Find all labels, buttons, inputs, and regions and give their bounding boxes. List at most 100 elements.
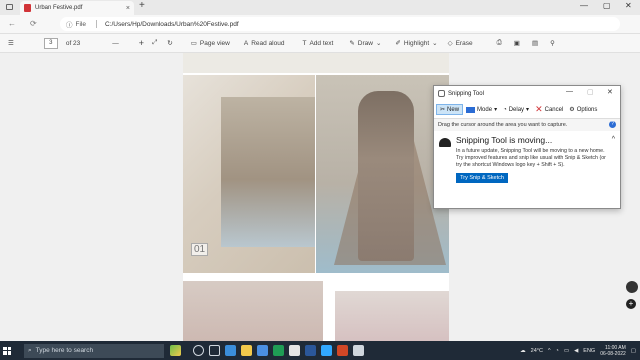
snip-sketch-icon	[439, 138, 451, 147]
clock-time: 11:00 AM	[605, 344, 626, 351]
new-tab-button[interactable]: +	[139, 0, 145, 11]
options-icon: ⚙	[569, 107, 575, 113]
back-icon[interactable]: ←	[8, 19, 16, 28]
weather-widget-icon[interactable]	[170, 345, 181, 356]
chrome-icon[interactable]	[289, 345, 300, 356]
save-as-icon[interactable]: ▤	[532, 39, 538, 47]
network-icon[interactable]: ◔	[556, 348, 559, 354]
tab-close-icon[interactable]: ×	[126, 5, 130, 12]
notice-body: In a future update, Snipping Tool will b…	[456, 148, 606, 168]
erase-label: Erase	[455, 39, 473, 47]
collapse-chevron-icon[interactable]: ^	[612, 136, 615, 143]
snip-minimize-button[interactable]: —	[566, 88, 573, 95]
highlight-chevron-icon[interactable]: ⌄	[432, 39, 437, 47]
highlight-button[interactable]: ✐ Highlight ⌄	[395, 39, 437, 48]
browser-tab[interactable]: Urban Festive.pdf ×	[20, 1, 134, 15]
add-text-icon: T	[302, 39, 307, 47]
mode-button[interactable]: Mode ▾	[463, 105, 500, 114]
read-aloud-icon: A	[243, 39, 249, 47]
highlight-label: Highlight	[403, 39, 430, 47]
snipping-toolbar: ✂ New Mode ▾ ◔ Delay ▾ ✕ Cancel ⚙ Option…	[434, 101, 620, 119]
snip-close-button[interactable]: ✕	[607, 88, 613, 96]
store-icon[interactable]	[257, 345, 268, 356]
clock[interactable]: 11:00 AM 06-08-2022	[600, 345, 626, 357]
cortana-icon[interactable]	[193, 345, 204, 356]
erase-button[interactable]: ◇ Erase	[447, 39, 473, 48]
address-bar-row: ← ⟳ ⓘ File C:/Users/Hp/Downloads/Urban%2…	[0, 15, 640, 33]
page-number-input[interactable]: 3	[43, 37, 58, 49]
save-icon[interactable]: ▣	[514, 39, 520, 47]
powerpoint-icon[interactable]	[337, 345, 348, 356]
mode-label: Mode	[477, 106, 493, 113]
mode-icon	[466, 106, 476, 113]
table-of-contents-icon[interactable]: ☰	[8, 39, 14, 47]
cancel-button[interactable]: ✕ Cancel	[532, 103, 566, 116]
add-text-label: Add text	[309, 39, 334, 47]
print-icon[interactable]: ⎙	[497, 39, 502, 47]
zoom-in-button[interactable]: +	[139, 38, 144, 48]
notifications-icon[interactable]: ▢	[631, 348, 636, 354]
page-header-image	[183, 53, 449, 73]
draw-button[interactable]: ✎ Draw ⌄	[349, 39, 381, 48]
new-snip-button[interactable]: ✂ New	[436, 104, 464, 115]
rotate-icon[interactable]: ↻	[167, 39, 172, 47]
volume-icon[interactable]: ◀	[574, 348, 578, 354]
windows-logo-icon	[3, 346, 11, 355]
clock-icon: ◔	[503, 106, 507, 113]
delay-button[interactable]: ◔ Delay ▾	[500, 105, 532, 114]
address-bar[interactable]: ⓘ File C:/Users/Hp/Downloads/Urban%20Fes…	[60, 17, 620, 31]
add-text-button[interactable]: T Add text	[302, 40, 333, 47]
notice-title: Snipping Tool is moving...	[456, 135, 553, 145]
battery-icon[interactable]: ▭	[564, 348, 569, 354]
page-total: of 23	[65, 39, 81, 47]
delay-label: Delay	[508, 106, 525, 113]
temperature[interactable]: 24°C	[531, 348, 543, 354]
minimize-button[interactable]: —	[580, 1, 588, 10]
catalog-photo-bottom-left	[183, 281, 323, 341]
options-label: Options	[576, 106, 598, 113]
photoshop-icon[interactable]	[321, 345, 332, 356]
tray-chevron-icon[interactable]: ^	[548, 348, 551, 354]
search-icon: ⌕	[28, 346, 32, 354]
url-text: C:/Users/Hp/Downloads/Urban%20Festive.pd…	[104, 20, 239, 28]
model-photo-inset	[221, 97, 315, 247]
new-snip-icon: ✂	[440, 107, 446, 113]
eraser-icon: ◇	[447, 40, 453, 47]
options-button[interactable]: ⚙ Options	[566, 105, 600, 114]
task-view-icon[interactable]	[209, 345, 220, 356]
tab-actions-icon[interactable]	[6, 4, 13, 10]
page-view-button[interactable]: ▭ Page view	[190, 39, 230, 48]
start-button[interactable]	[0, 341, 14, 360]
info-icon: ⓘ	[66, 22, 73, 29]
snip-maximize-button: ▢	[587, 89, 594, 96]
pdf-page: 01	[183, 53, 449, 341]
refresh-icon[interactable]: ⟳	[30, 19, 37, 28]
snipping-tool-taskbar-icon[interactable]	[353, 345, 364, 356]
highlight-icon: ✐	[395, 40, 401, 47]
snipping-tool-window: Snipping Tool — ▢ ✕ ✂ New Mode ▾ ◔ Delay…	[433, 85, 621, 209]
help-icon[interactable]: ?	[609, 121, 616, 128]
word-icon[interactable]	[305, 345, 316, 356]
close-window-button[interactable]: ✕	[625, 1, 632, 10]
taskbar: ⌕ Type here to search ☁ 24°C ^ ◔ ▭ ◀ ENG…	[0, 341, 640, 360]
location-icon[interactable]	[626, 281, 638, 293]
taskbar-search[interactable]: ⌕ Type here to search	[24, 343, 164, 358]
read-aloud-button[interactable]: A Read aloud	[244, 40, 285, 47]
language-indicator[interactable]: ENG	[583, 348, 595, 354]
file-explorer-icon[interactable]	[241, 345, 252, 356]
pin-toolbar-icon[interactable]: ⚲	[550, 39, 555, 47]
catalog-photo-left: 01	[183, 75, 315, 273]
zoom-out-button[interactable]: —	[112, 40, 119, 47]
edge-icon[interactable]	[225, 345, 236, 356]
try-snip-sketch-button[interactable]: Try Snip & Sketch	[456, 173, 508, 183]
page-view-icon: ▭	[190, 40, 197, 47]
fit-page-icon[interactable]: ⤢	[152, 39, 157, 47]
snipping-tool-titlebar[interactable]: Snipping Tool — ▢ ✕	[434, 86, 620, 101]
maximize-button[interactable]: ▢	[603, 1, 611, 10]
pdf-toolbar: ☰ 3 of 23 — + ⤢ ↻ ▭ Page view A Read alo…	[0, 33, 640, 53]
add-icon[interactable]: +	[626, 299, 636, 309]
draw-chevron-icon[interactable]: ⌄	[376, 39, 381, 47]
new-label: New	[447, 106, 460, 113]
excel-icon[interactable]	[273, 345, 284, 356]
model-figure	[358, 91, 414, 261]
